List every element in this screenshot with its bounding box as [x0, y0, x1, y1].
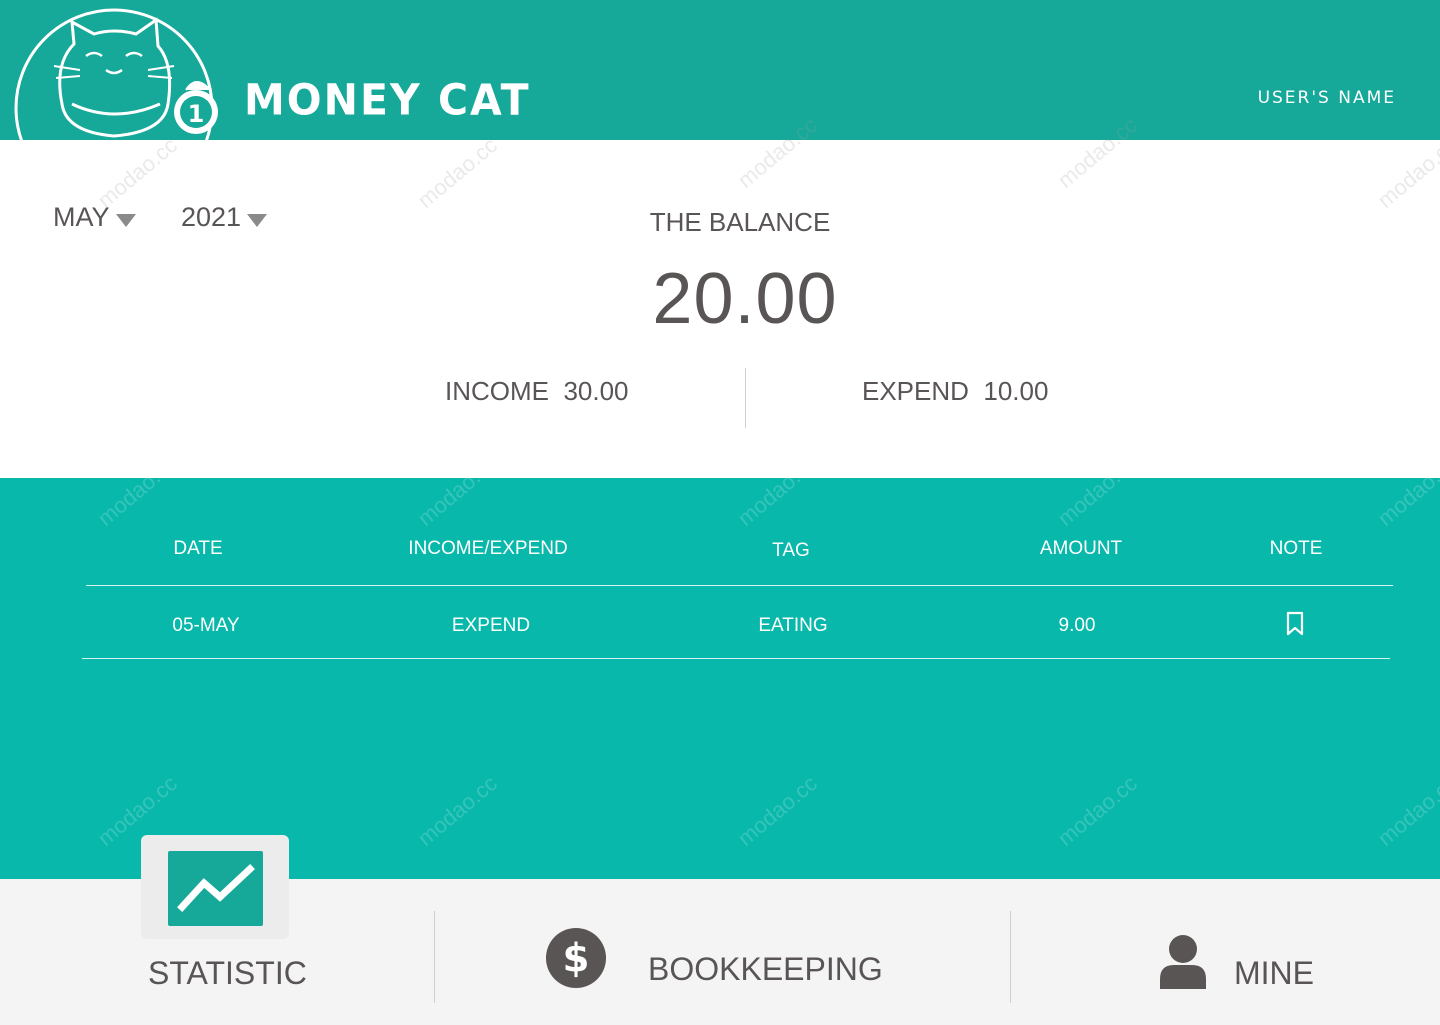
column-header-date: DATE	[173, 538, 223, 559]
cell-date: 05-MAY	[172, 615, 240, 636]
watermark: modao.cc	[1052, 770, 1142, 851]
expend-value: 10.00	[983, 376, 1049, 406]
nav-item-statistic[interactable]: STATISTIC	[140, 949, 320, 999]
income-summary: INCOME 30.00	[445, 376, 629, 407]
expend-summary: EXPEND 10.00	[862, 376, 1048, 407]
nav-divider	[1010, 911, 1011, 1003]
income-value: 30.00	[563, 376, 629, 406]
app-header: 1 MONEY CAT USER'S NAME	[0, 0, 1440, 140]
records-table: modao.cc modao.cc modao.cc modao.cc moda…	[0, 450, 1440, 879]
chevron-down-icon	[247, 214, 268, 227]
year-value: 2021	[181, 202, 242, 232]
month-value: MAY	[53, 202, 110, 232]
trend-chart-icon	[177, 864, 255, 912]
income-label: INCOME	[445, 376, 549, 406]
nav-label-mine: MINE	[1234, 955, 1314, 991]
nav-label-statistic: STATISTIC	[148, 955, 307, 991]
year-select[interactable]: 2021	[181, 202, 268, 233]
month-select[interactable]: MAY	[53, 202, 136, 233]
svg-text:1: 1	[188, 100, 205, 128]
column-header-amount: AMOUNT	[1039, 538, 1123, 559]
header-divider	[86, 585, 1393, 586]
expend-label: EXPEND	[862, 376, 969, 406]
nav-item-bookkeeping[interactable]: $ BOOKKEEPING	[540, 923, 900, 999]
cell-tag: EATING	[758, 615, 828, 636]
watermark: modao.cc	[412, 770, 502, 851]
watermark: modao.cc	[412, 132, 502, 213]
chevron-down-icon	[115, 214, 136, 227]
bookmark-icon[interactable]	[1285, 611, 1305, 637]
balance-value: 20.00	[652, 259, 838, 339]
app-title: MONEY CAT	[244, 74, 531, 126]
svg-text:$: $	[563, 937, 590, 982]
user-name[interactable]: USER'S NAME	[1258, 88, 1396, 108]
cell-type: EXPEND	[451, 615, 531, 636]
column-header-income-expend: INCOME/EXPEND	[408, 538, 568, 559]
nav-label-bookkeeping: BOOKKEEPING	[648, 951, 883, 987]
watermark: modao.cc	[732, 770, 822, 851]
column-header-tag: TAG	[772, 540, 810, 561]
summary-divider	[745, 368, 746, 428]
watermark: modao.cc	[1372, 770, 1440, 851]
balance-summary: modao.cc modao.cc modao.cc modao.cc moda…	[0, 112, 1440, 478]
column-header-note: NOTE	[1269, 538, 1323, 559]
lucky-cat-icon: 1	[14, 8, 218, 140]
dollar-coin-icon: $	[545, 927, 607, 989]
user-icon	[1160, 935, 1206, 989]
nav-divider	[434, 911, 435, 1003]
row-divider	[82, 658, 1390, 659]
cell-amount: 9.00	[1058, 615, 1096, 636]
balance-label: THE BALANCE	[649, 207, 831, 237]
watermark: modao.cc	[1372, 132, 1440, 213]
nav-item-mine[interactable]: MINE	[1150, 929, 1370, 999]
trend-chart-icon[interactable]	[168, 851, 263, 926]
